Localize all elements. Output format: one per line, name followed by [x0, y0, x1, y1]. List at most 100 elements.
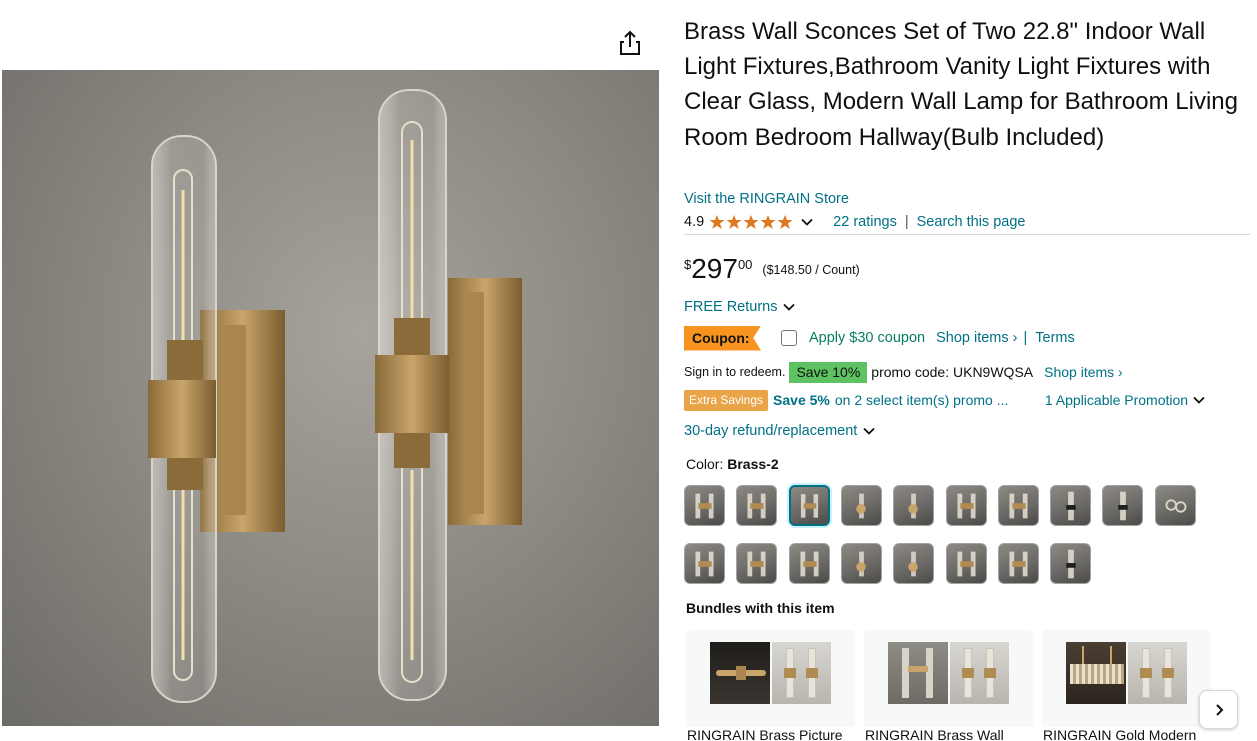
- terms-link[interactable]: Terms: [1035, 330, 1074, 346]
- star-icon: [760, 214, 776, 229]
- ratings-count-link[interactable]: 22 ratings: [833, 214, 897, 230]
- bundle-card[interactable]: RINGRAIN Brass Picture: [686, 630, 855, 741]
- color-swatch[interactable]: [841, 543, 882, 584]
- search-this-page-link[interactable]: Search this page: [917, 214, 1026, 230]
- star-icon: [726, 214, 742, 229]
- bundle-card[interactable]: RINGRAIN Brass Wall: [864, 630, 1033, 741]
- color-swatch[interactable]: [1050, 543, 1091, 584]
- swatch-thumbnail: [747, 551, 766, 577]
- chevron-down-icon[interactable]: [801, 216, 813, 228]
- star-icon: [743, 214, 759, 229]
- coupon-tag: Coupon:: [684, 325, 761, 351]
- color-swatch[interactable]: [1102, 485, 1143, 526]
- swatch-thumbnail: [957, 551, 976, 577]
- color-swatch[interactable]: [789, 485, 830, 526]
- bundle-thumbnail: [1127, 642, 1187, 704]
- color-swatch[interactable]: [998, 543, 1039, 584]
- color-selected-value: Brass-2: [727, 456, 779, 472]
- color-swatch[interactable]: [946, 485, 987, 526]
- swatch-thumbnail: [1118, 491, 1128, 521]
- product-details: Brass Wall Sconces Set of Two 22.8" Indo…: [683, 0, 1257, 741]
- price: $ 297 00 ($148.50 / Count): [684, 250, 860, 288]
- extra-savings-badge: Extra Savings: [684, 389, 769, 411]
- chevron-right-icon: [1215, 703, 1223, 716]
- product-main-image[interactable]: [2, 70, 659, 726]
- refund-label: 30-day refund/replacement: [684, 423, 858, 439]
- bundle-name: RINGRAIN Gold Modern: [1042, 727, 1211, 741]
- bundle-thumbnail: [888, 642, 948, 704]
- rating-row: 4.9 22 ratings | Search this page: [684, 213, 1250, 235]
- share-icon: [620, 30, 640, 55]
- store-link[interactable]: Visit the RINGRAIN Store: [684, 191, 849, 207]
- price-fraction: 00: [737, 257, 753, 272]
- price-symbol: $: [684, 257, 692, 272]
- bundle-card[interactable]: RINGRAIN Gold Modern: [1042, 630, 1211, 741]
- bundle-thumbnail: [710, 642, 770, 704]
- star-icon: [709, 214, 725, 229]
- apply-coupon-checkbox[interactable]: [781, 330, 797, 346]
- applicable-promotion-dropdown[interactable]: 1 Applicable Promotion: [1045, 392, 1205, 408]
- product-title: Brass Wall Sconces Set of Two 22.8" Indo…: [684, 18, 1238, 151]
- swatch-thumbnail: [1165, 499, 1187, 513]
- bundle-thumbnail: [771, 642, 831, 704]
- swatch-thumbnail: [747, 493, 766, 519]
- swatch-thumbnail: [1066, 549, 1076, 579]
- free-returns-link[interactable]: FREE Returns: [684, 299, 796, 315]
- color-swatch[interactable]: [1155, 485, 1196, 526]
- swatch-thumbnail: [957, 493, 976, 519]
- promo-shop-items-link[interactable]: Shop items ›: [1044, 364, 1123, 380]
- color-swatch[interactable]: [684, 485, 725, 526]
- swatch-thumbnail: [1066, 491, 1076, 521]
- color-swatch[interactable]: [893, 543, 934, 584]
- shop-items-link[interactable]: Shop items ›: [936, 330, 1017, 346]
- save-5-percent[interactable]: Save 5%: [773, 392, 830, 408]
- color-swatch[interactable]: [946, 543, 987, 584]
- wall-sconce-photo: [148, 89, 522, 703]
- apply-coupon-label[interactable]: Apply $30 coupon: [809, 330, 925, 346]
- color-swatch[interactable]: [893, 485, 934, 526]
- rating-value: 4.9: [684, 213, 705, 230]
- color-swatch[interactable]: [998, 485, 1039, 526]
- divider: |: [904, 213, 909, 230]
- unit-price: ($148.50 / Count): [762, 263, 860, 277]
- star-rating[interactable]: [709, 214, 793, 230]
- color-swatch[interactable]: [789, 543, 830, 584]
- swatch-thumbnail: [856, 551, 866, 577]
- refund-replacement-link[interactable]: 30-day refund/replacement: [684, 423, 875, 439]
- sign-in-to-redeem: Sign in to redeem.: [684, 365, 786, 379]
- color-swatch[interactable]: [736, 485, 777, 526]
- save-percent-badge: Save 10%: [789, 361, 868, 383]
- bundle-thumbnail: [1066, 642, 1126, 704]
- applicable-promotion-label: 1 Applicable Promotion: [1044, 392, 1189, 408]
- extra-savings-row: Extra Savings Save 5% on 2 select item(s…: [684, 389, 1236, 411]
- bundles-next-button[interactable]: [1199, 690, 1238, 729]
- swatch-thumbnail: [1009, 493, 1028, 519]
- chevron-down-icon: [1193, 396, 1205, 404]
- color-selection-label: Color: Brass-2: [686, 456, 779, 472]
- bundle-thumbnail: [949, 642, 1009, 704]
- promo-row: Sign in to redeem. Save 10% promo code: …: [684, 361, 1123, 383]
- chevron-down-icon: [863, 427, 875, 435]
- bundles-heading: Bundles with this item: [686, 600, 835, 616]
- promo-code: promo code: UKN9WQSA: [871, 364, 1034, 380]
- free-returns-label: FREE Returns: [684, 299, 778, 315]
- color-swatch[interactable]: [736, 543, 777, 584]
- color-swatch[interactable]: [684, 543, 725, 584]
- color-swatch[interactable]: [1050, 485, 1091, 526]
- extra-savings-detail[interactable]: on 2 select item(s) promo ...: [835, 392, 1035, 408]
- swatch-thumbnail: [856, 493, 866, 519]
- swatch-thumbnail: [695, 493, 714, 519]
- color-swatch[interactable]: [841, 485, 882, 526]
- chevron-down-icon: [783, 303, 796, 311]
- swatch-thumbnail: [800, 551, 819, 577]
- swatch-thumbnail: [695, 551, 714, 577]
- bundle-name: RINGRAIN Brass Wall: [864, 727, 1033, 741]
- swatch-thumbnail: [800, 494, 819, 518]
- swatch-thumbnail: [1009, 551, 1028, 577]
- share-button[interactable]: [616, 28, 644, 58]
- swatch-thumbnail: [908, 493, 918, 519]
- coupon-row: Coupon: Apply $30 coupon Shop items › | …: [684, 325, 1075, 351]
- price-whole: 297: [691, 253, 738, 284]
- swatch-thumbnail: [908, 551, 918, 577]
- bundle-name: RINGRAIN Brass Picture: [686, 727, 855, 741]
